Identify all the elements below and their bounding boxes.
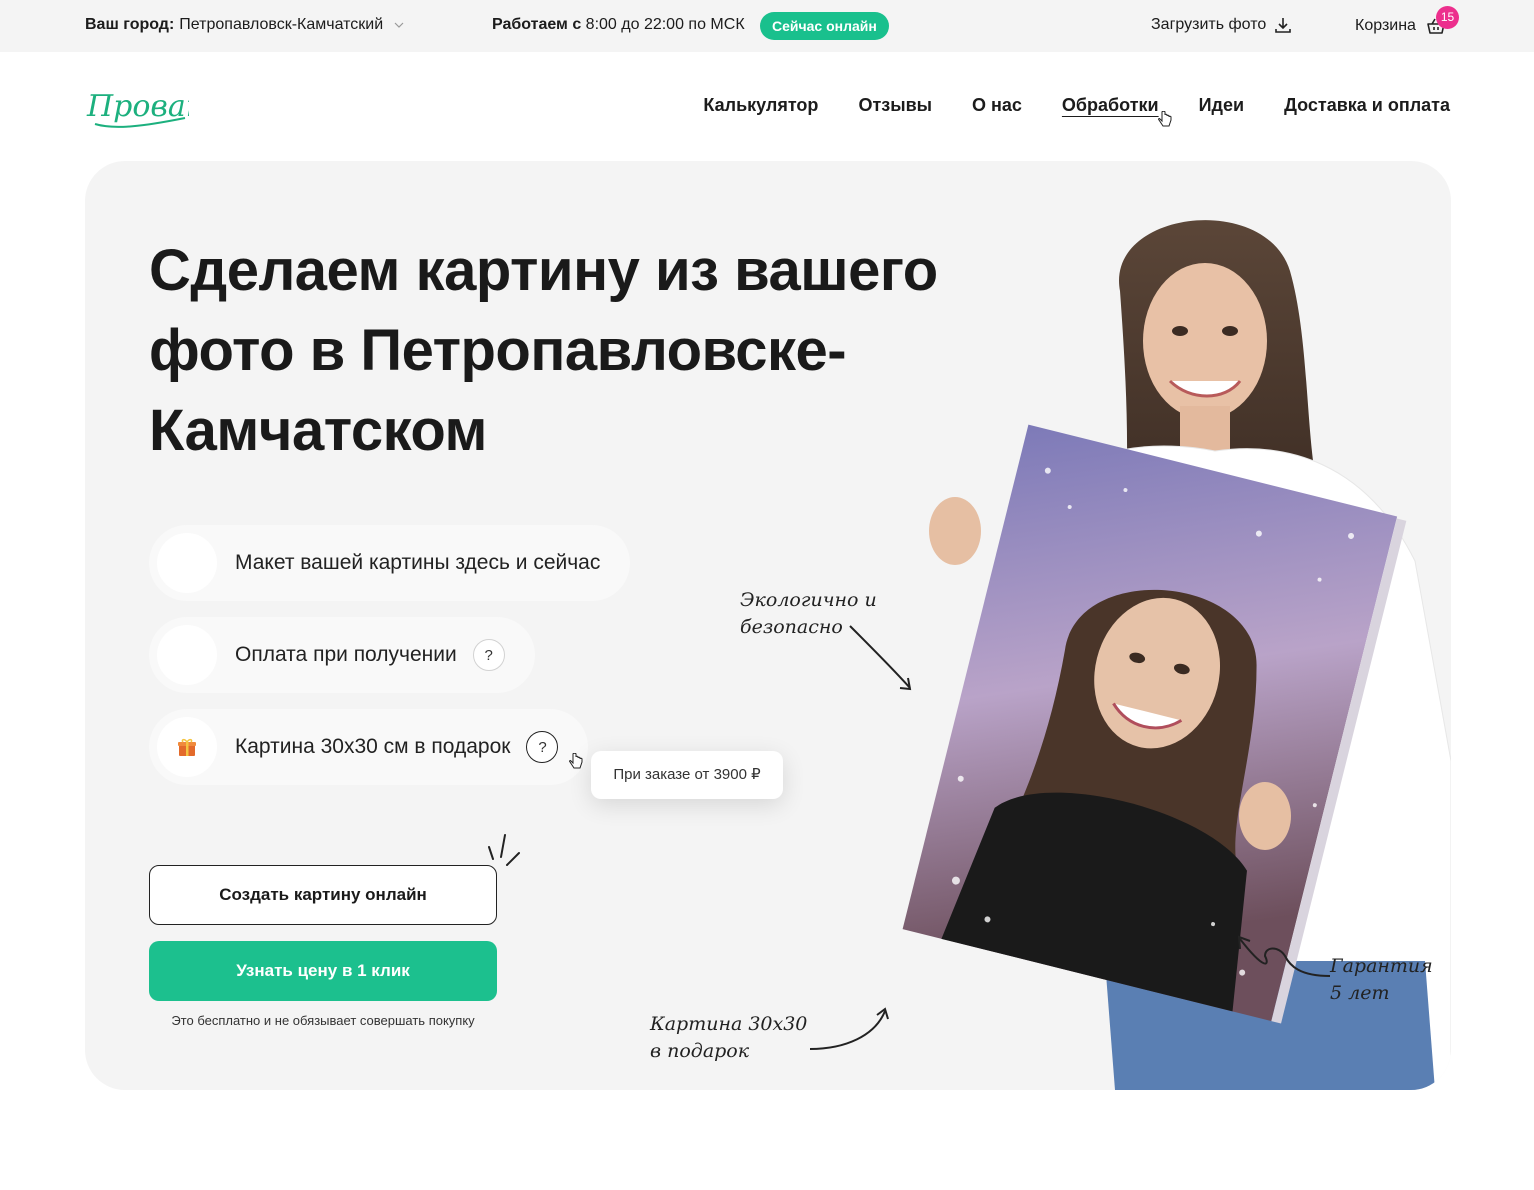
feature-gift: Картина 30x30 см в подарок ? [149, 709, 589, 785]
top-bar: Ваш город: Петропавловск-Камчатский Рабо… [0, 0, 1534, 52]
nav-delivery[interactable]: Доставка и оплата [1284, 95, 1450, 116]
eco-annotation-line-2: безопасно [740, 616, 843, 638]
city-label: Ваш город: [85, 16, 175, 33]
free-note: Это бесплатно и не обязывает совершать п… [171, 1013, 475, 1028]
working-hours: Работаем с 8:00 до 22:00 по МСК [492, 16, 745, 34]
online-status-badge: Сейчас онлайн [760, 12, 889, 40]
nav-about[interactable]: О нас [972, 95, 1022, 116]
feature-icon-circle [157, 717, 217, 777]
create-online-button[interactable]: Создать картину онлайн [149, 865, 497, 925]
help-icon[interactable]: ? [472, 639, 505, 671]
upload-label: Загрузить фото [1151, 16, 1267, 33]
chevron-down-icon [394, 22, 404, 28]
city-value: Петропавловск-Камчатский [179, 16, 384, 33]
gift-icon [178, 738, 196, 756]
feature-text: Оплата при получении [235, 643, 457, 666]
warranty-annotation: Гарантия 5 лет [1330, 953, 1433, 1007]
cart-count-badge: 15 [1436, 6, 1459, 29]
get-price-button[interactable]: Узнать цену в 1 клик [149, 941, 497, 1001]
nav-reviews[interactable]: Отзывы [858, 95, 932, 116]
upload-photo-link[interactable]: Загрузить фото [1151, 16, 1292, 34]
cart-link[interactable]: Корзина [1355, 16, 1446, 36]
feature-icon-placeholder [157, 533, 217, 593]
hours-label: Работаем с [492, 16, 582, 33]
cart-label: Корзина [1355, 17, 1416, 34]
help-icon[interactable]: ? [526, 731, 559, 763]
feature-text: Макет вашей картины здесь и сейчас [235, 551, 601, 574]
warranty-annotation-line-1: Гарантия [1330, 955, 1433, 977]
feature-text: Картина 30x30 см в подарок [235, 735, 511, 758]
hand-cursor-icon [1158, 111, 1172, 127]
gift-annotation-line-1: Картина 30х30 [650, 1013, 808, 1035]
nav-processing[interactable]: Обработки [1062, 95, 1159, 116]
nav-ideas[interactable]: Идеи [1199, 95, 1244, 116]
feature-payment: Оплата при получении ? [149, 617, 535, 693]
eco-annotation: Экологично и безопасно [740, 587, 877, 641]
provence-logo[interactable]: Прованс [85, 84, 189, 132]
hero-section: Сделаем картину из вашего фото в Петропа… [85, 161, 1451, 1090]
warranty-annotation-line-2: 5 лет [1330, 982, 1390, 1004]
download-icon [1275, 18, 1292, 33]
city-selector[interactable]: Ваш город: Петропавловск-Камчатский [85, 16, 404, 34]
hours-value: 8:00 до 22:00 по МСК [585, 16, 745, 33]
feature-icon-placeholder [157, 625, 217, 685]
gift-annotation: Картина 30х30 в подарок [650, 1011, 807, 1065]
feature-mockup: Макет вашей картины здесь и сейчас [149, 525, 631, 601]
eco-annotation-line-1: Экологично и [740, 589, 877, 611]
main-nav: Калькулятор Отзывы О нас Обработки Идеи … [703, 95, 1450, 116]
spark-decoration [488, 834, 520, 866]
logo-text: Прованс [86, 89, 189, 124]
hand-cursor-icon [569, 753, 583, 769]
nav-calculator[interactable]: Калькулятор [703, 95, 818, 116]
gift-annotation-line-2: в подарок [650, 1040, 750, 1062]
